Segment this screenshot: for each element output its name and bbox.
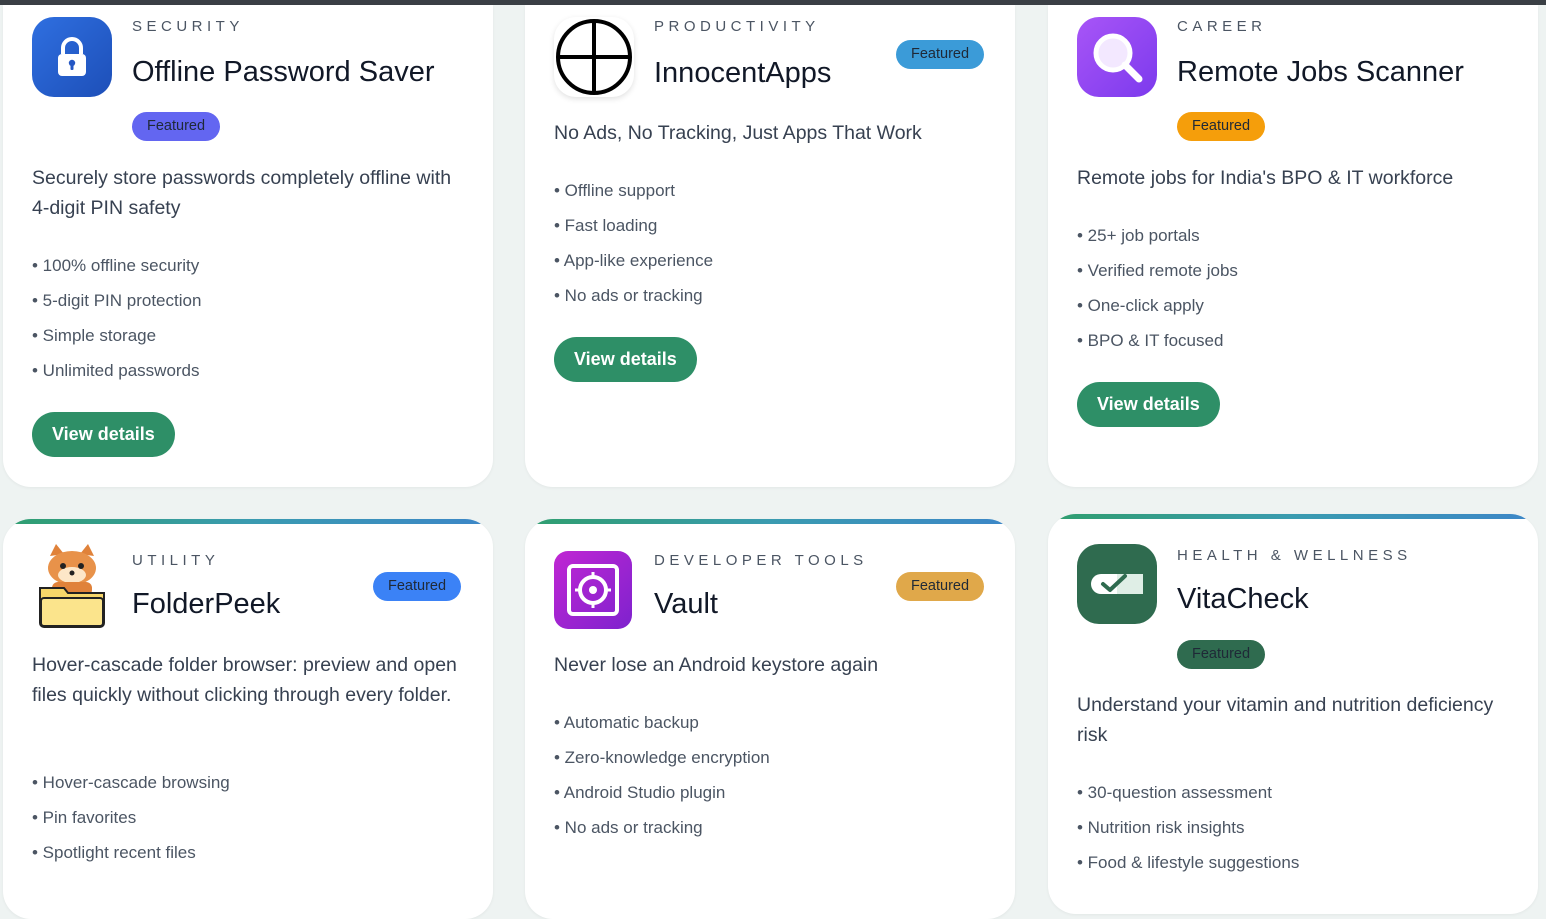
feature-item: • Android Studio plugin [554, 783, 726, 802]
featured-badge: Featured [373, 572, 462, 601]
card-category: HEALTH & WELLNESS [1177, 547, 1412, 564]
feature-item: • Verified remote jobs [1077, 261, 1238, 280]
feature-item: • Hover-cascade browsing [32, 773, 230, 792]
card-accent-bar [1048, 514, 1538, 519]
feature-item: • 30-question assessment [1077, 783, 1272, 802]
feature-item: • 100% offline security [32, 256, 200, 275]
app-card-innocentapps: PRODUCTIVITY InnocentApps Featured No Ad… [525, 5, 1015, 487]
lock-icon [32, 17, 112, 97]
vault-icon [554, 551, 632, 629]
feature-item: • BPO & IT focused [1077, 331, 1224, 350]
app-card-folderpeek: UTILITY FolderPeek Featured Hover-cascad… [3, 519, 493, 919]
card-title: Remote Jobs Scanner [1177, 56, 1464, 88]
card-title: VitaCheck [1177, 583, 1309, 615]
featured-badge: Featured [132, 112, 221, 141]
magnifier-icon [1077, 17, 1157, 97]
feature-list: • Hover-cascade browsing • Pin favorites… [32, 770, 230, 875]
feature-item: • Pin favorites [32, 808, 137, 827]
feature-list: • 100% offline security • 5-digit PIN pr… [32, 253, 201, 393]
card-title: InnocentApps [654, 57, 832, 89]
card-description: Understand your vitamin and nutrition de… [1077, 694, 1494, 746]
featured-badge: Featured [1177, 640, 1266, 669]
featured-badge: Featured [896, 572, 985, 601]
card-category: CAREER [1177, 18, 1267, 35]
circle-cross-icon [554, 17, 634, 97]
feature-item: • Nutrition risk insights [1077, 818, 1245, 837]
card-category: DEVELOPER TOOLS [654, 552, 868, 569]
feature-list: • Offline support • Fast loading • App-l… [554, 178, 713, 318]
card-description: No Ads, No Tracking, Just Apps That Work [554, 122, 922, 144]
feature-item: • Automatic backup [554, 713, 699, 732]
card-accent-bar [3, 519, 493, 524]
feature-item: • Offline support [554, 181, 675, 200]
card-description: Securely store passwords completely offl… [32, 167, 452, 219]
feature-list: • 25+ job portals • Verified remote jobs… [1077, 223, 1238, 363]
featured-badge: Featured [896, 40, 985, 69]
feature-item: • 5-digit PIN protection [32, 291, 202, 310]
feature-list: • Automatic backup • Zero-knowledge encr… [554, 710, 770, 850]
feature-item: • Food & lifestyle suggestions [1077, 853, 1300, 872]
view-details-button[interactable]: View details [554, 337, 697, 382]
app-card-offline-password-saver: SECURITY Offline Password Saver Featured… [3, 5, 493, 487]
feature-item: • Zero-knowledge encryption [554, 748, 770, 767]
feature-list: • 30-question assessment • Nutrition ris… [1077, 780, 1299, 885]
fox-folder-icon [32, 544, 112, 628]
featured-badge: Featured [1177, 112, 1266, 141]
card-title: Vault [654, 588, 718, 620]
feature-item: • 25+ job portals [1077, 226, 1200, 245]
feature-item: • No ads or tracking [554, 286, 703, 305]
card-description: Hover-cascade folder browser: preview an… [32, 654, 457, 706]
card-category: PRODUCTIVITY [654, 18, 820, 35]
app-card-vault: DEVELOPER TOOLS Vault Featured Never los… [525, 519, 1015, 919]
feature-item: • App-like experience [554, 251, 714, 270]
pill-check-icon [1077, 544, 1157, 624]
feature-item: • No ads or tracking [554, 818, 703, 837]
card-description: Remote jobs for India's BPO & IT workfor… [1077, 167, 1454, 189]
feature-item: • Fast loading [554, 216, 658, 235]
view-details-button[interactable]: View details [1077, 382, 1220, 427]
feature-item: • Spotlight recent files [32, 843, 196, 862]
feature-item: • Unlimited passwords [32, 361, 200, 380]
feature-item: • Simple storage [32, 326, 157, 345]
card-category: SECURITY [132, 18, 244, 35]
card-description: Never lose an Android keystore again [554, 654, 879, 676]
card-title: FolderPeek [132, 588, 281, 620]
card-category: UTILITY [132, 552, 220, 569]
feature-item: • One-click apply [1077, 296, 1204, 315]
card-accent-bar [525, 519, 1015, 524]
app-card-remote-jobs-scanner: CAREER Remote Jobs Scanner Featured Remo… [1048, 5, 1538, 487]
view-details-button[interactable]: View details [32, 412, 175, 457]
card-title: Offline Password Saver [132, 56, 435, 88]
app-card-vitacheck: HEALTH & WELLNESS VitaCheck Featured Und… [1048, 514, 1538, 914]
